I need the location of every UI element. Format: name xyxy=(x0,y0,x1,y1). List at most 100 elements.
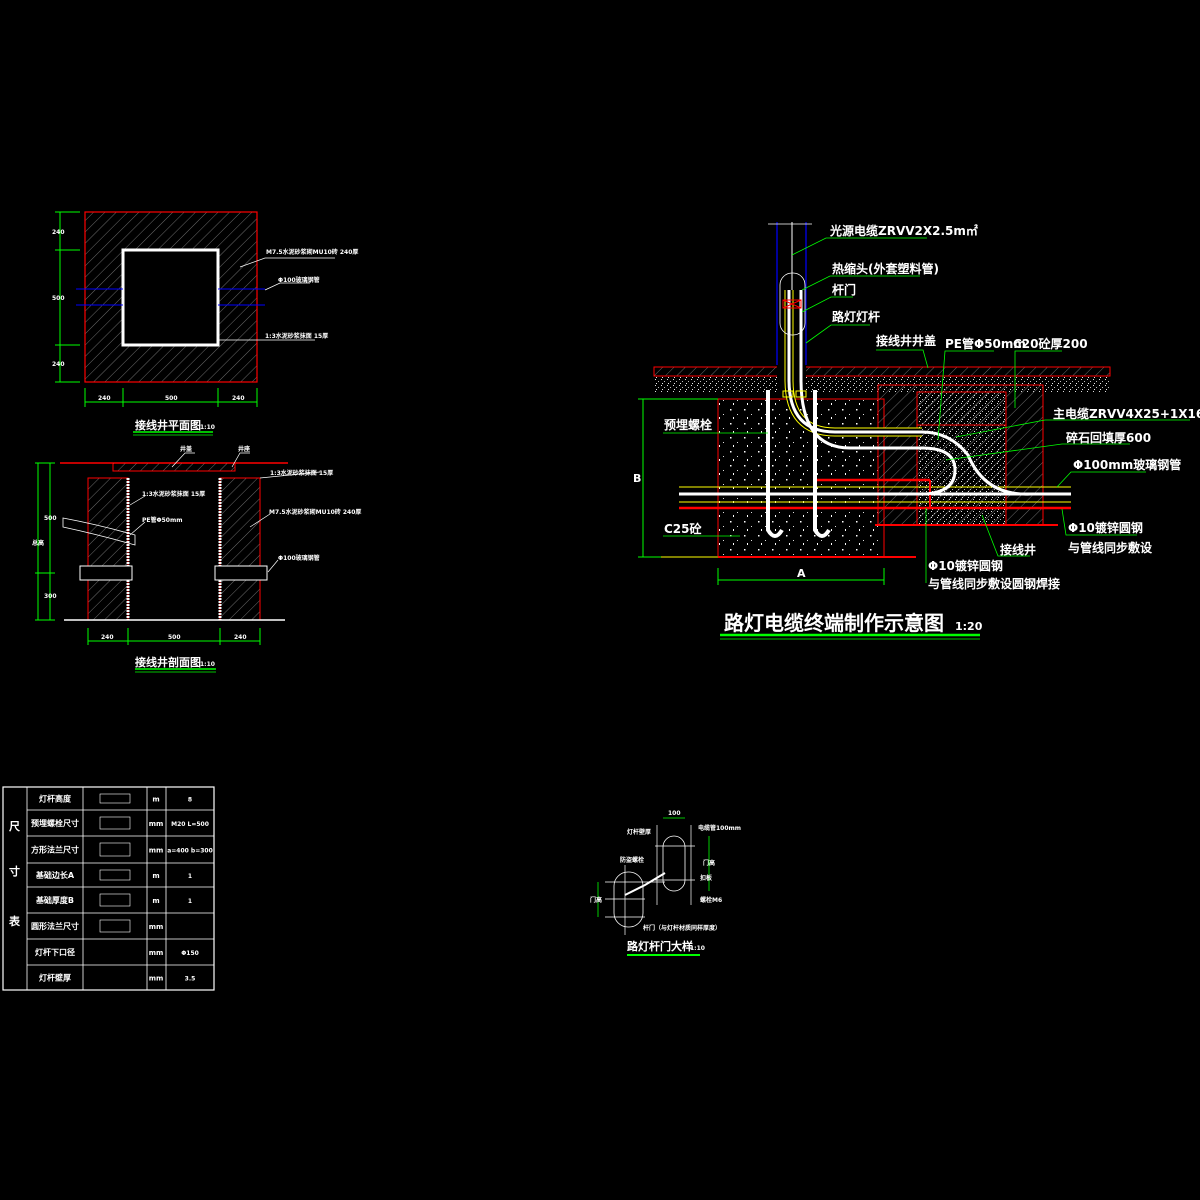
table-cell-unit: mm xyxy=(149,975,164,983)
paving-layer xyxy=(653,366,1111,377)
table-cell-unit: mm xyxy=(149,847,164,855)
label-steel-bottom-2: 与管线同步敷设圆钢焊接 xyxy=(928,576,1060,591)
label-steel-right-1: Φ10镀锌圆钢 xyxy=(1068,520,1143,535)
main-diagram: B A 光源电缆ZRVV2X2.5m㎡ 热缩头(外套塑料管) 杆门 路灯灯杆 接… xyxy=(633,222,1200,640)
label-heat-shrink: 热缩头(外套塑料管) xyxy=(832,261,939,276)
cad-drawing-canvas: 240 500 240 240 500 240 M7.5水泥砂浆砌MU10砖 2… xyxy=(0,0,1200,1200)
section-title: 接线井剖面图 xyxy=(135,655,201,669)
plan-dim-v-2: 240 xyxy=(52,361,65,368)
label-frp-pipe: Φ100mm玻璃钢管 xyxy=(1073,457,1181,472)
section-pipe-left xyxy=(79,565,133,581)
table-side-label-2: 表 xyxy=(8,914,21,928)
section-dim-h-0: 240 xyxy=(101,634,114,641)
table-cell-name: 方形法兰尺寸 xyxy=(31,845,79,855)
table-cell-value: 1 xyxy=(188,873,192,880)
table-cell-value: a=400 b=300 xyxy=(167,848,213,855)
section-dim-h-1: 500 xyxy=(168,634,181,641)
table-cell-name: 灯杆高度 xyxy=(39,794,72,804)
door-large-oval xyxy=(662,835,686,892)
section-pipe-right xyxy=(214,565,268,581)
table-cell-name: 灯杆下口径 xyxy=(35,947,75,957)
table-cell-unit: mm xyxy=(149,923,164,931)
section-label-wall: M7.5水泥砂浆砌MU10砖 240厚 xyxy=(269,508,361,516)
main-title: 路灯电缆终端制作示意图 xyxy=(724,611,944,635)
table-cell-name: 预埋螺栓尺寸 xyxy=(31,818,79,828)
label-lamp-pole: 路灯灯杆 xyxy=(832,309,880,324)
door-label-plate: 扣板 xyxy=(700,874,713,882)
label-junction-well: 接线井 xyxy=(1000,542,1036,557)
door-label-height: 门高 xyxy=(703,859,715,867)
section-dim-v-0: 总高 xyxy=(32,539,44,547)
label-gravel: 碎石回填厚600 xyxy=(1066,430,1151,445)
plan-label-wall: M7.5水泥砂浆砌MU10砖 240厚 xyxy=(266,248,358,256)
door-label-wall: 灯杆壁厚 xyxy=(627,828,651,836)
table-cell-unit: m xyxy=(152,897,159,905)
section-label-frp-pipe: Φ100玻璃钢管 xyxy=(278,554,320,562)
plan-label-pipe: Φ100玻璃钢管 xyxy=(278,276,320,284)
door-small-oval xyxy=(613,871,644,928)
label-anchor-bolt: 预埋螺栓 xyxy=(664,417,712,432)
dim-b-label: B xyxy=(633,472,641,485)
table-cell-value: 3.5 xyxy=(185,976,196,983)
dim-a-label: A xyxy=(797,567,806,580)
section-view: 总高 500 300 240 500 240 井盖 井座 1:3水泥砂浆抹面 1… xyxy=(32,445,361,673)
table-sketch-icon xyxy=(99,842,131,857)
section-dim-v-2: 300 xyxy=(44,593,57,600)
table-sketch-icon xyxy=(99,869,131,881)
table-cell-name: 灯杆壁厚 xyxy=(39,973,71,983)
label-steel-bottom-1: Φ10镀锌圆钢 xyxy=(928,558,1003,573)
section-wall-left xyxy=(87,477,129,621)
plan-dim-h-1: 500 xyxy=(165,395,178,402)
table-cell-unit: m xyxy=(152,872,159,880)
table-sketch-icon xyxy=(99,893,131,907)
table-cell-name: 基础边长A xyxy=(35,870,75,880)
plan-well-opening xyxy=(121,248,220,347)
label-steel-right-2: 与管线同步敷设 xyxy=(1068,540,1153,555)
door-label-cable-pipe: 电缆管100mm xyxy=(698,824,741,832)
section-dim-h-2: 240 xyxy=(234,634,247,641)
door-title: 路灯杆门大样 xyxy=(627,939,693,953)
label-c25: C25砼 xyxy=(664,521,703,536)
section-label-seat: 井座 xyxy=(238,445,250,453)
table-cell-value: M20 L=500 xyxy=(171,821,209,828)
plan-title: 接线井平面图 xyxy=(135,418,201,432)
table-cell-value: 8 xyxy=(188,797,192,804)
table-sketch-icon xyxy=(99,793,131,804)
plan-label-plaster: 1:3水泥砂浆抹面 15厚 xyxy=(265,332,328,340)
plan-view: 240 500 240 240 500 240 M7.5水泥砂浆砌MU10砖 2… xyxy=(52,211,358,436)
section-well-lid xyxy=(112,462,236,472)
door-label-antitheft: 防盗螺栓 xyxy=(620,856,644,864)
plan-dim-v-1: 500 xyxy=(52,295,65,302)
plan-scale: 1:10 xyxy=(200,424,215,431)
drawing-svg: 240 500 240 240 500 240 M7.5水泥砂浆砌MU10砖 2… xyxy=(2,211,1200,991)
label-source-cable: 光源电缆ZRVV2X2.5m㎡ xyxy=(829,223,978,238)
label-main-cable: 主电缆ZRVV4X25+1X16m㎡ xyxy=(1053,406,1200,421)
plan-dim-v-0: 240 xyxy=(52,229,65,236)
section-label-plaster-right: 1:3水泥砂浆抹面 15厚 xyxy=(270,469,333,477)
table-cell-unit: m xyxy=(152,796,159,804)
label-pole-door: 杆门 xyxy=(832,282,856,297)
table-cell-unit: mm xyxy=(149,949,164,957)
door-detail: 100 门高 灯杆壁厚 电缆管100mm 防盗螺栓 门高 扣板 螺栓M6 杆门（… xyxy=(590,810,741,956)
plan-dim-h-2: 240 xyxy=(232,395,245,402)
table-side-label-1: 寸 xyxy=(9,864,20,878)
plan-dim-h-0: 240 xyxy=(98,395,111,402)
spec-table: 尺 寸 表 灯杆高度 m 8预埋螺栓尺寸 mm M20 L=500方形法兰尺寸 mm a=4… xyxy=(2,786,215,991)
door-dim-height: 门高 xyxy=(590,896,602,904)
section-dim-v-1: 500 xyxy=(44,515,57,522)
door-dim-width: 100 xyxy=(668,810,681,817)
table-cell-unit: mm xyxy=(149,820,164,828)
section-label-plaster-left: 1:3水泥砂浆抹面 15厚 xyxy=(142,490,205,498)
door-label-door: 杆门（与灯杆材质同样厚度） xyxy=(643,924,721,932)
table-cell-name: 基础厚度B xyxy=(35,895,74,905)
label-c20: C20砼厚200 xyxy=(1013,336,1088,351)
table-side-label-0: 尺 xyxy=(9,820,20,833)
door-scale: 1:10 xyxy=(690,945,705,952)
table-sketch-icon xyxy=(99,919,131,933)
section-label-pe-pipe: PE管Φ50mm xyxy=(142,516,182,524)
label-well-cover: 接线井井盖 xyxy=(876,333,936,348)
main-scale: 1:20 xyxy=(955,620,983,633)
table-cell-value: 1 xyxy=(188,898,192,905)
section-scale: 1:10 xyxy=(200,661,215,668)
table-cell-name: 圆形法兰尺寸 xyxy=(31,921,79,931)
